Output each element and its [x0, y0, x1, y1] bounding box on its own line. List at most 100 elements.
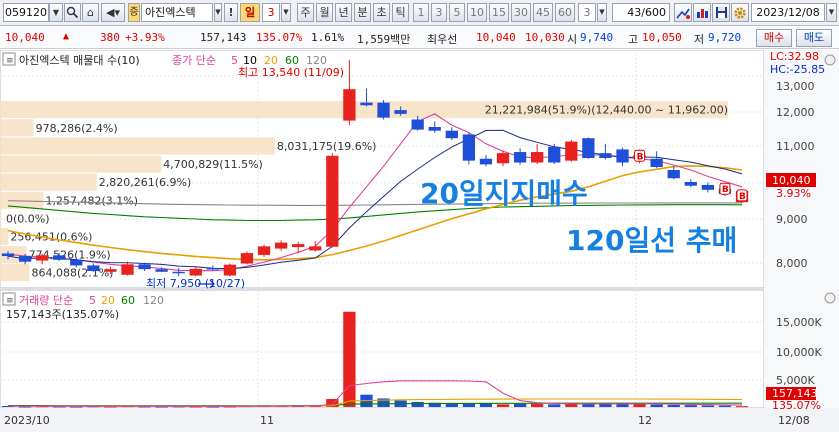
candle-body — [548, 146, 561, 163]
stock-name-field[interactable]: 아진엑스텍 — [141, 3, 213, 22]
volume-bar — [616, 404, 629, 407]
candle-body — [343, 89, 356, 121]
buy-signal-glyph: B — [637, 152, 644, 162]
x-label-11: 11 — [260, 414, 274, 427]
y-tick-13000: 13,000 — [776, 80, 815, 93]
interval-5-button[interactable]: 5 — [449, 3, 465, 22]
volume-bar — [343, 311, 356, 407]
volume-profile-label: 256,451(0.6%) — [10, 230, 92, 243]
period-yearly-tab[interactable]: 년 — [335, 3, 352, 22]
candle-body — [138, 264, 151, 270]
panel-menu-glyph: ≡ — [6, 56, 14, 66]
candle-body — [240, 253, 254, 264]
y-tick-8000: 8,000 — [776, 257, 808, 270]
volume-panel-scroll-knob[interactable] — [824, 292, 836, 304]
volume-bar — [684, 405, 697, 407]
page-counter[interactable]: 43/600 — [612, 3, 670, 22]
buy-button[interactable]: 매수 — [756, 29, 792, 47]
interval-1-button[interactable]: 1 — [413, 3, 429, 22]
candle-body — [667, 170, 680, 179]
volume-profile-label: 21,221,984(51.9%)(12,440.00 ~ 11,962.00) — [485, 104, 728, 117]
candle-body — [326, 155, 339, 247]
current-pct-tag: 3.93% — [776, 187, 811, 200]
price-change-pct: +3.93% — [125, 31, 165, 44]
interval-3-button[interactable]: 3 — [431, 3, 447, 22]
buy-signal-glyph: B — [722, 185, 729, 195]
interval-45-button[interactable]: 45 — [533, 3, 553, 22]
settings-gear-icon[interactable] — [731, 3, 749, 22]
period-tick-tab[interactable]: 틱 — [392, 3, 409, 22]
volume-profile-bar — [0, 137, 275, 155]
candle-body — [513, 152, 527, 163]
buy-signal-glyph: B — [739, 192, 746, 202]
low-label: 저 — [694, 33, 705, 46]
chart-type-icon[interactable] — [693, 3, 711, 22]
volume-profile-bar — [0, 191, 44, 209]
v-tick-10000k: 10,000K — [776, 346, 822, 359]
ma-legend-label: 종가 단순 — [172, 54, 216, 67]
sell-button[interactable]: 매도 — [796, 29, 832, 47]
current-price-tag-text: 10,040 — [772, 174, 811, 187]
current-price: 10,040 — [5, 31, 45, 44]
alert-button[interactable]: ! — [224, 3, 238, 22]
interval-60-button[interactable]: 60 — [555, 3, 575, 22]
stock-name-dropdown-icon[interactable]: ▼ — [214, 3, 222, 22]
candle-body — [35, 255, 49, 261]
period-weekly-tab[interactable]: 주 — [297, 3, 314, 22]
date-field[interactable]: 2023/12/08 — [751, 3, 825, 22]
y-tick-12000: 12,000 — [776, 106, 815, 119]
volume-profile-label: 0(0.0%) — [6, 212, 50, 225]
interval-10-button[interactable]: 10 — [467, 3, 487, 22]
open-label: 시 — [567, 33, 578, 46]
search-icon[interactable] — [64, 3, 81, 22]
candle-body — [155, 269, 168, 272]
period-daily-tab[interactable]: 일 — [240, 3, 260, 22]
toolbar: 059120 ▼ ⌂ ◀▾ 증 아진엑스텍 ▼ ! 일 3 ▼ 주 월 년 분 … — [0, 0, 839, 26]
chart-area[interactable]: 21,221,984(51.9%)(12,440.00 ~ 11,962.00)… — [0, 49, 839, 432]
low-price: 9,720 — [708, 31, 742, 44]
volume-bar — [411, 401, 424, 407]
volume-profile-bar — [0, 119, 34, 137]
candle-body — [428, 126, 441, 131]
volume-current-value: 157,143주(135.07%) — [6, 308, 119, 321]
period-num-dropdown-icon[interactable]: ▼ — [281, 3, 291, 22]
candle-body — [104, 269, 117, 272]
candle-body — [582, 138, 595, 159]
volume-profile-label: 978,286(2.4%) — [36, 122, 118, 135]
candle-body — [445, 130, 458, 139]
history-icon[interactable]: ⌂ — [82, 3, 99, 22]
stock-code-dropdown-icon[interactable]: ▼ — [49, 3, 63, 22]
candle-body — [206, 268, 219, 270]
period-minute-tab[interactable]: 분 — [354, 3, 371, 22]
period-num-input[interactable]: 3 — [262, 3, 280, 22]
date-dropdown-icon[interactable]: ▼ — [826, 3, 837, 22]
v-tick-5000k: 5,000K — [776, 374, 815, 387]
stock-type-badge: 증 — [128, 3, 140, 22]
volume-profile-bar — [0, 227, 9, 246]
candle-body — [360, 102, 373, 106]
candle-body — [1, 253, 15, 257]
up-arrow-icon: ▲ — [63, 31, 70, 42]
price-panel-scroll-knob[interactable] — [824, 54, 836, 66]
v-tick-15000k: 15,000K — [776, 316, 822, 329]
period-second-tab[interactable]: 초 — [373, 3, 390, 22]
interval-30-button[interactable]: 30 — [511, 3, 531, 22]
x-axis-bar — [0, 408, 839, 432]
speaker-icon[interactable]: ◀▾ — [101, 3, 125, 22]
best-bid-price: 10,030 — [525, 31, 565, 44]
interval-dropdown-icon[interactable]: ▼ — [597, 3, 607, 22]
interval-custom-input[interactable]: 3 — [578, 3, 596, 22]
volume-profile-label: 4,700,829(11.5%) — [163, 158, 263, 171]
save-icon[interactable] — [712, 3, 730, 22]
low-marker-label: 최저 7,950 (10/27) — [146, 277, 245, 290]
vma-legend-20: 20 — [101, 294, 115, 307]
indicator-tools-icon[interactable] — [674, 3, 692, 22]
candle-body — [223, 264, 237, 276]
volume-bar — [479, 403, 493, 407]
period-monthly-tab[interactable]: 월 — [316, 3, 333, 22]
vma-legend-60: 60 — [121, 294, 135, 307]
volume-panel-menu-glyph: ≡ — [6, 296, 14, 306]
candle-body — [377, 102, 390, 118]
interval-15-button[interactable]: 15 — [489, 3, 509, 22]
stock-code-input[interactable]: 059120 — [3, 3, 49, 22]
